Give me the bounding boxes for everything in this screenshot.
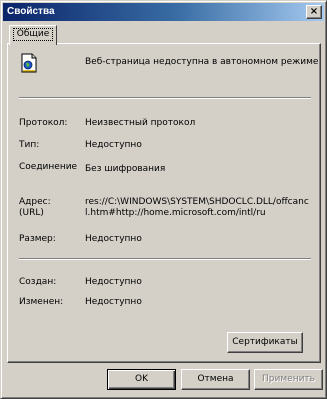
address-url-label: (URL) — [19, 208, 44, 218]
certificates-button[interactable]: Сертификаты — [227, 332, 303, 353]
address-label: Адрес: — [19, 197, 51, 207]
address-value[interactable]: res://C:\WINDOWS\SYSTEM\SHDOCLC.DLL/offc… — [85, 197, 311, 219]
apply-button[interactable]: Применить — [254, 369, 323, 390]
tab-general-label: Общие — [12, 28, 54, 41]
title-bar[interactable]: Свойства × — [3, 3, 324, 21]
properties-dialog: Свойства × Общие Веб-страница недоступна… — [0, 0, 327, 399]
web-page-icon — [21, 53, 37, 73]
divider-bottom — [19, 258, 311, 260]
cancel-button[interactable]: Отмена — [181, 369, 250, 390]
page-heading: Веб-страница недоступна в автономном реж… — [85, 57, 319, 67]
size-label: Размер: — [19, 234, 56, 244]
close-button[interactable]: × — [306, 5, 322, 19]
ok-button[interactable]: OK — [107, 369, 176, 390]
window-title: Свойства — [7, 6, 55, 17]
protocol-value: Неизвестный протокол — [85, 118, 196, 128]
divider-top — [19, 97, 311, 99]
modified-label: Изменен: — [19, 297, 64, 307]
connection-value: Без шифрования — [85, 164, 166, 174]
connection-label: Соединение — [19, 162, 78, 172]
created-value: Недоступно — [85, 277, 142, 287]
type-value: Недоступно — [85, 140, 142, 150]
type-label: Тип: — [19, 140, 40, 150]
protocol-label: Протокол: — [19, 118, 68, 128]
modified-value: Недоступно — [85, 297, 142, 307]
created-label: Создан: — [19, 277, 57, 287]
tab-general[interactable]: Общие — [9, 25, 57, 45]
size-value: Недоступно — [85, 234, 142, 244]
